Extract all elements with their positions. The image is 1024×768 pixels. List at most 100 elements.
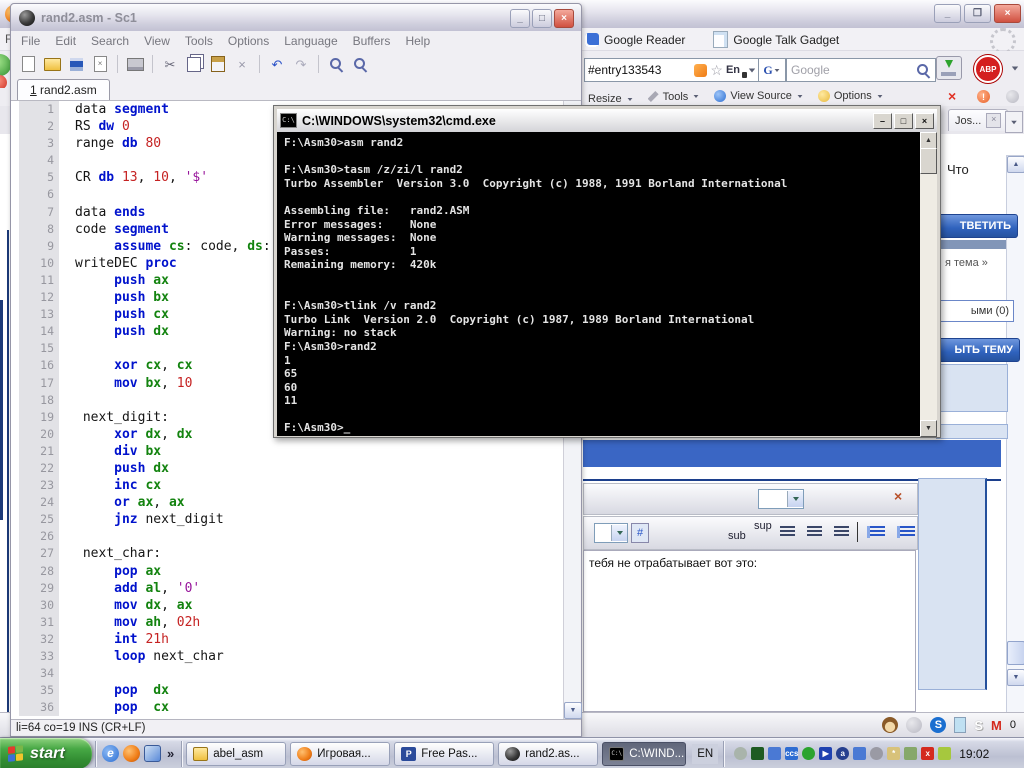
menu-tools[interactable]: Tools <box>185 34 213 48</box>
save-file-icon[interactable] <box>65 54 87 74</box>
gmail-notifier-icon[interactable]: M <box>991 718 1002 733</box>
cmd-maximize-button[interactable]: □ <box>894 113 913 129</box>
webdev-options[interactable]: Options <box>818 90 884 102</box>
taskbar-button-5[interactable]: C:\C:\WIND... <box>602 742 686 766</box>
menu-options[interactable]: Options <box>228 34 269 48</box>
skype-icon[interactable]: S <box>930 717 946 733</box>
tab-close-icon[interactable]: × <box>986 113 1001 128</box>
browser-close-button[interactable]: × <box>994 4 1021 23</box>
locale-badge[interactable]: En <box>726 64 740 76</box>
find-next-icon[interactable] <box>349 54 371 74</box>
code-line[interactable]: 24 or ax, ax <box>11 494 563 511</box>
ordered-list-icon[interactable] <box>867 526 885 538</box>
panel-toggle-icon[interactable] <box>954 717 966 733</box>
align-center-icon[interactable] <box>807 526 822 538</box>
cmd-scroll-thumb[interactable] <box>920 148 937 174</box>
menu-search[interactable]: Search <box>91 34 129 48</box>
subscript-button[interactable]: sub <box>728 530 746 542</box>
close-topic-button[interactable]: ЫТЬ ТЕМУ <box>934 338 1020 362</box>
code-line[interactable]: 22 push dx <box>11 460 563 477</box>
menu-buffers[interactable]: Buffers <box>353 34 391 48</box>
code-line[interactable]: 29 add al, '0' <box>11 580 563 597</box>
status-circle-icon[interactable] <box>906 717 922 733</box>
file-tab[interactable]: 1 rand2.asm <box>17 79 110 100</box>
cmd-scroll-up-icon[interactable]: ▲ <box>920 132 937 149</box>
code-line[interactable]: 21 div bx <box>11 443 563 460</box>
close-file-icon[interactable]: × <box>89 54 111 74</box>
taskbar-button-2[interactable]: Игровая... <box>290 742 390 766</box>
tray-volume-icon[interactable] <box>870 747 883 760</box>
code-line[interactable]: 31 mov ah, 02h <box>11 614 563 631</box>
code-line[interactable]: 25 jnz next_digit <box>11 511 563 528</box>
page-scrollbar[interactable]: ▲ ▼ <box>1006 155 1024 768</box>
menu-view[interactable]: View <box>144 34 170 48</box>
bookmark-item[interactable]: Google Reader <box>585 31 685 48</box>
find-icon[interactable] <box>325 54 347 74</box>
open-file-icon[interactable] <box>41 54 63 74</box>
toolbar-overflow-icon[interactable] <box>1012 67 1018 71</box>
search-engine-selector[interactable]: G <box>758 58 786 82</box>
bookmark-item[interactable]: Google Talk Gadget <box>713 31 839 48</box>
topic-link[interactable]: я тема » <box>945 257 988 269</box>
code-line[interactable]: 33 loop next_char <box>11 648 563 665</box>
code-line[interactable]: 26 <box>11 528 563 545</box>
webdev-resize[interactable]: Resize <box>588 93 634 105</box>
cmd-close-button[interactable]: × <box>915 113 934 129</box>
scroll-thumb[interactable] <box>1007 641 1024 665</box>
tab-list-dropdown[interactable] <box>1005 111 1023 133</box>
cmd-titlebar[interactable]: C:\ C:\WINDOWS\system32\cmd.exe – □ × <box>277 109 937 133</box>
editor-close-button[interactable]: × <box>554 9 574 28</box>
browser-minimize-button[interactable]: _ <box>934 4 961 23</box>
search-box[interactable]: Google <box>786 58 936 82</box>
webdev-view-source[interactable]: View Source <box>714 90 804 102</box>
search-icon[interactable] <box>916 63 931 78</box>
mail-quicklaunch-icon[interactable] <box>144 745 161 762</box>
tray-grid-icon[interactable] <box>751 747 764 760</box>
taskbar-button-3[interactable]: PFree Pas... <box>394 742 494 766</box>
cmd-scrollbar[interactable]: ▲ ▼ <box>920 132 937 436</box>
cmd-scroll-down-icon[interactable]: ▼ <box>920 420 937 437</box>
undo-icon[interactable]: ↶ <box>266 54 288 74</box>
code-line[interactable]: 30 mov dx, ax <box>11 597 563 614</box>
browser-tab[interactable]: Jos... × <box>948 109 1008 131</box>
font-combo[interactable] <box>758 489 804 509</box>
post-textarea[interactable]: тебя не отрабатывает вот это: <box>583 550 916 712</box>
code-line[interactable]: 28 pop ax <box>11 563 563 580</box>
code-line[interactable]: 32 int 21h <box>11 631 563 648</box>
tray-display-icon[interactable] <box>938 747 951 760</box>
scroll-up-icon[interactable]: ▲ <box>1007 156 1024 173</box>
tray-sphere-icon[interactable] <box>734 747 747 760</box>
address-dropdown-icon[interactable] <box>749 68 755 72</box>
align-right-icon[interactable] <box>834 526 849 538</box>
tray-notes-icon[interactable] <box>904 747 917 760</box>
language-indicator[interactable]: EN <box>692 744 718 764</box>
redo-icon[interactable]: ↷ <box>290 54 312 74</box>
cmd-minimize-button[interactable]: – <box>873 113 892 129</box>
taskbar-button-4[interactable]: rand2.as... <box>498 742 598 766</box>
adblock-icon[interactable]: ABP <box>974 55 1002 83</box>
tray-network2-icon[interactable] <box>853 747 866 760</box>
editor-minimize-button[interactable]: _ <box>510 9 530 28</box>
code-line[interactable]: 23 inc cx <box>11 477 563 494</box>
menu-language[interactable]: Language <box>284 34 337 48</box>
reply-button[interactable]: ТВЕТИТЬ <box>934 214 1018 238</box>
paste-icon[interactable] <box>207 54 229 74</box>
align-left-icon[interactable] <box>780 526 795 538</box>
tray-update-icon[interactable] <box>802 747 815 760</box>
tray-antivirus-icon[interactable]: x <box>921 747 934 760</box>
code-line[interactable]: 34 <box>11 665 563 682</box>
code-line[interactable]: 35 pop dx <box>11 682 563 699</box>
rss-feed-icon[interactable] <box>694 64 707 77</box>
code-line[interactable]: 36 pop cx <box>11 699 563 716</box>
tray-wand-icon[interactable]: * <box>887 747 900 760</box>
delete-icon[interactable]: × <box>231 54 253 74</box>
toolbar-close-icon[interactable]: × <box>894 488 902 504</box>
menu-help[interactable]: Help <box>405 34 430 48</box>
unordered-list-icon[interactable] <box>897 526 915 538</box>
tray-media-player-icon[interactable]: ▶ <box>819 747 832 760</box>
menu-edit[interactable]: Edit <box>55 34 76 48</box>
ie-quicklaunch-icon[interactable]: e <box>102 745 119 762</box>
editor-scroll-down-icon[interactable]: ▼ <box>564 702 582 719</box>
scroll-down-icon[interactable]: ▼ <box>1007 669 1024 686</box>
taskbar-button-1[interactable]: abel_asm <box>186 742 286 766</box>
